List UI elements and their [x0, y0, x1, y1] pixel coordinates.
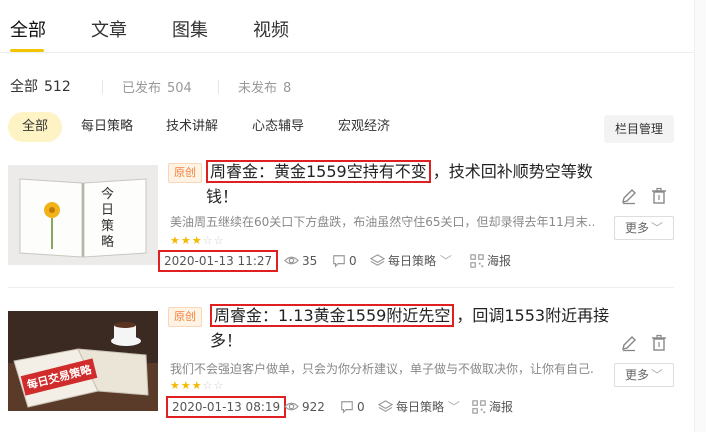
- article-title[interactable]: 周睿金：1.13黄金1559附近先空 ，回调1553附近再接多！: [210, 303, 616, 353]
- qrcode-icon: [472, 400, 486, 414]
- tab-videos[interactable]: 视频: [253, 16, 289, 42]
- article-summary: 美油周五继续在60关口下方盘跌，布油虽然守住65关口，但却录得去年11月末...: [170, 215, 594, 229]
- filter-daily-strategy[interactable]: 每日策略: [81, 112, 133, 142]
- tab-all[interactable]: 全部: [10, 16, 46, 42]
- star-icon: ★: [170, 234, 181, 247]
- article-thumbnail[interactable]: 今日策略: [8, 165, 158, 265]
- more-dropdown-button[interactable]: 更多 ﹀: [614, 363, 674, 387]
- filter-macro[interactable]: 宏观经济: [338, 112, 390, 142]
- article-row: 今日策略 原创 周睿金：黄金1559空持有不变 ，技术回补顺势空等数钱！ 美油周五…: [0, 155, 694, 285]
- edit-pencil-icon[interactable]: [620, 334, 638, 352]
- count-all-number: 512: [44, 79, 71, 95]
- rating-stars: ★★★☆☆: [170, 234, 224, 247]
- category-dropdown[interactable]: 每日策略 ﹀: [377, 398, 460, 416]
- filter-mindset[interactable]: 心态辅导: [252, 112, 304, 142]
- category-label: 每日策略: [388, 254, 437, 268]
- layers-icon: [369, 254, 386, 266]
- views-count: 35: [284, 252, 317, 270]
- star-icon: ★: [191, 379, 203, 392]
- category-label: 每日策略: [396, 400, 445, 414]
- count-published-label: 已发布: [122, 81, 162, 96]
- count-unpublished[interactable]: 未发布 8: [238, 77, 291, 96]
- tab-articles[interactable]: 文章: [91, 16, 127, 42]
- trash-icon[interactable]: [650, 187, 668, 205]
- filter-all[interactable]: 全部: [8, 112, 63, 142]
- comment-icon: [341, 401, 353, 414]
- article-thumbnail[interactable]: 每日交易策略: [8, 311, 158, 411]
- poster-label: 海报: [489, 400, 514, 414]
- chevron-down-icon: ﹀: [447, 400, 460, 414]
- count-all-label: 全部: [10, 79, 38, 95]
- count-divider: [218, 80, 219, 94]
- qrcode-icon: [470, 254, 484, 268]
- more-label: 更多: [624, 221, 649, 235]
- thumbnail-caption: 今日策略: [101, 187, 115, 250]
- comments-number: 0: [349, 254, 357, 268]
- title-highlight: 周睿金：黄金1559空持有不变: [206, 160, 431, 183]
- count-published[interactable]: 已发布 504: [122, 77, 192, 96]
- star-icon: ★: [191, 234, 203, 247]
- trash-icon[interactable]: [650, 334, 668, 352]
- title-highlight: 周睿金：1.13黄金1559附近先空: [210, 304, 455, 327]
- open-book-image: [8, 165, 158, 265]
- views-number: 35: [302, 254, 318, 268]
- layers-icon: [377, 400, 394, 412]
- comments-number: 0: [357, 400, 365, 414]
- comments-count: 0: [332, 252, 357, 270]
- views-count: 922: [284, 398, 325, 416]
- count-published-number: 504: [167, 81, 192, 96]
- count-divider: [102, 80, 103, 94]
- edit-pencil-icon[interactable]: [620, 187, 638, 205]
- chevron-down-icon: ﹀: [651, 368, 664, 382]
- comment-icon: [333, 255, 345, 268]
- active-tab-indicator: [10, 49, 44, 52]
- star-outline-icon: ☆: [213, 379, 225, 392]
- content-type-tabs: 全部 文章 图集 视频: [0, 0, 694, 53]
- publish-time: 2020-01-13 08:19: [166, 396, 287, 418]
- count-all[interactable]: 全部 512: [10, 76, 71, 96]
- poster-label: 海报: [487, 254, 512, 268]
- chevron-down-icon: ﹀: [651, 221, 664, 235]
- poster-button[interactable]: 海报: [470, 252, 511, 270]
- eye-icon: [284, 256, 299, 265]
- more-dropdown-button[interactable]: 更多 ﹀: [614, 216, 674, 240]
- count-unpublished-label: 未发布: [238, 81, 278, 96]
- poster-button[interactable]: 海报: [472, 398, 513, 416]
- star-outline-icon: ☆: [213, 234, 225, 247]
- star-icon: ★: [180, 234, 192, 247]
- column-manage-button[interactable]: 栏目管理: [604, 115, 674, 143]
- article-summary: 我们不会强迫客户做单，只会为你分析建议，单子做与不做取决你，让你有自己...: [170, 362, 594, 376]
- chevron-down-icon: ﹀: [439, 254, 452, 268]
- eye-icon: [284, 402, 299, 411]
- star-icon: ★: [170, 379, 181, 392]
- rating-stars: ★★★☆☆: [170, 379, 224, 392]
- original-badge: 原创: [168, 307, 202, 327]
- filter-tech-explain[interactable]: 技术讲解: [166, 112, 218, 142]
- page-scrollbar[interactable]: [694, 0, 706, 432]
- tab-galleries[interactable]: 图集: [172, 16, 208, 42]
- views-number: 922: [302, 400, 325, 414]
- star-outline-icon: ☆: [202, 234, 214, 247]
- comments-count: 0: [340, 398, 365, 416]
- original-badge: 原创: [168, 163, 202, 183]
- article-row: 每日交易策略 原创 周睿金：1.13黄金1559附近先空 ，回调1553附近再接多…: [0, 292, 694, 432]
- category-dropdown[interactable]: 每日策略 ﹀: [369, 252, 452, 270]
- publish-time: 2020-01-13 11:27: [158, 250, 279, 272]
- count-unpublished-number: 8: [283, 81, 292, 96]
- category-filters: 全部 每日策略 技术讲解 心态辅导 宏观经济: [0, 112, 694, 142]
- row-divider: [8, 287, 674, 288]
- star-outline-icon: ☆: [202, 379, 214, 392]
- star-icon: ★: [180, 379, 192, 392]
- article-title[interactable]: 周睿金：黄金1559空持有不变 ，技术回补顺势空等数钱！: [206, 159, 616, 209]
- more-label: 更多: [624, 368, 649, 382]
